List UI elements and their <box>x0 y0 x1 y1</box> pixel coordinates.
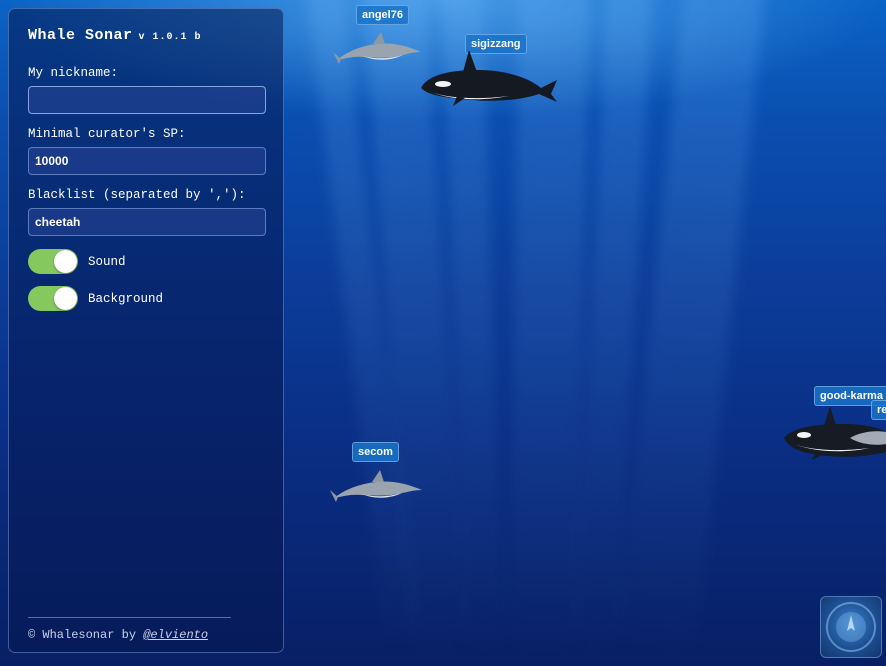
background-toggle[interactable] <box>28 286 78 311</box>
footer-credit: © Whalesonar by @elviento <box>28 628 231 642</box>
sonar-button[interactable] <box>820 596 882 658</box>
sound-toggle-row: Sound <box>28 249 264 274</box>
orca-icon[interactable] <box>417 48 559 108</box>
sonar-icon <box>826 602 876 652</box>
background-toggle-label: Background <box>88 291 164 306</box>
dolphin-icon[interactable] <box>333 30 428 66</box>
sound-toggle[interactable] <box>28 249 78 274</box>
background-toggle-row: Background <box>28 286 264 311</box>
author-link[interactable]: @elviento <box>143 628 208 642</box>
sound-toggle-label: Sound <box>88 254 126 269</box>
min-sp-field-group: Minimal curator's SP: <box>28 127 266 175</box>
nickname-field-group: My nickname: <box>28 66 266 114</box>
nickname-input[interactable] <box>28 86 266 114</box>
settings-panel: Whale Sonar v 1.0.1 b My nickname: Minima… <box>8 8 284 653</box>
orca-icon[interactable] <box>780 404 886 462</box>
min-sp-label: Minimal curator's SP: <box>28 127 186 141</box>
dolphin-icon[interactable] <box>330 466 426 504</box>
app-version: v 1.0.1 b <box>138 32 202 43</box>
creature-tag-angel76[interactable]: angel76 <box>356 5 409 25</box>
min-sp-input[interactable] <box>28 147 266 175</box>
app-name: Whale Sonar <box>28 27 133 44</box>
blacklist-field-group: Blacklist (separated by ','): <box>28 188 266 236</box>
footer-prefix: © Whalesonar by <box>28 628 137 642</box>
footer-divider <box>28 617 231 618</box>
blacklist-label: Blacklist (separated by ','): <box>28 188 246 202</box>
creature-tag-secom[interactable]: secom <box>352 442 399 462</box>
app-title: Whale Sonar v 1.0.1 b <box>28 27 264 44</box>
nickname-label: My nickname: <box>28 66 119 80</box>
toggle-knob <box>54 250 77 273</box>
blacklist-input[interactable] <box>28 208 266 236</box>
panel-footer: © Whalesonar by @elviento <box>28 617 231 642</box>
toggle-knob <box>54 287 77 310</box>
